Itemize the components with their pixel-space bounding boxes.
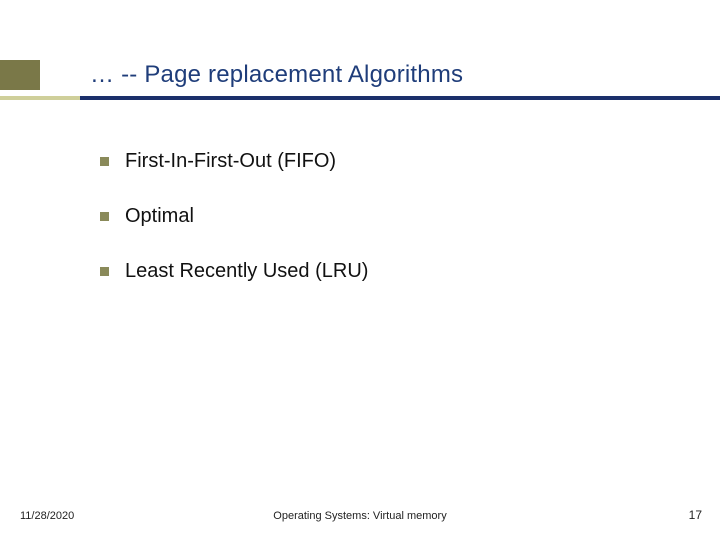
title-gap bbox=[50, 60, 90, 90]
title-row: … -- Page replacement Algorithms bbox=[0, 60, 463, 90]
bullet-icon bbox=[100, 157, 109, 166]
bullet-text: Least Recently Used (LRU) bbox=[125, 260, 368, 283]
list-item: First-In-First-Out (FIFO) bbox=[100, 150, 368, 173]
list-item: Least Recently Used (LRU) bbox=[100, 260, 368, 283]
bullet-text: First-In-First-Out (FIFO) bbox=[125, 150, 336, 173]
footer: 11/28/2020 Operating Systems: Virtual me… bbox=[0, 502, 720, 522]
bullet-list: First-In-First-Out (FIFO) Optimal Least … bbox=[100, 150, 368, 315]
footer-center: Operating Systems: Virtual memory bbox=[0, 510, 720, 522]
list-item: Optimal bbox=[100, 205, 368, 228]
title-accent-block bbox=[0, 60, 40, 90]
footer-page-number: 17 bbox=[689, 508, 702, 522]
bullet-icon bbox=[100, 267, 109, 276]
title-underline bbox=[0, 96, 720, 100]
title-underline-left bbox=[0, 96, 80, 100]
bullet-text: Optimal bbox=[125, 205, 194, 228]
title-underline-right bbox=[80, 96, 720, 100]
slide-title: … -- Page replacement Algorithms bbox=[90, 61, 463, 89]
bullet-icon bbox=[100, 212, 109, 221]
slide: … -- Page replacement Algorithms First-I… bbox=[0, 0, 720, 540]
